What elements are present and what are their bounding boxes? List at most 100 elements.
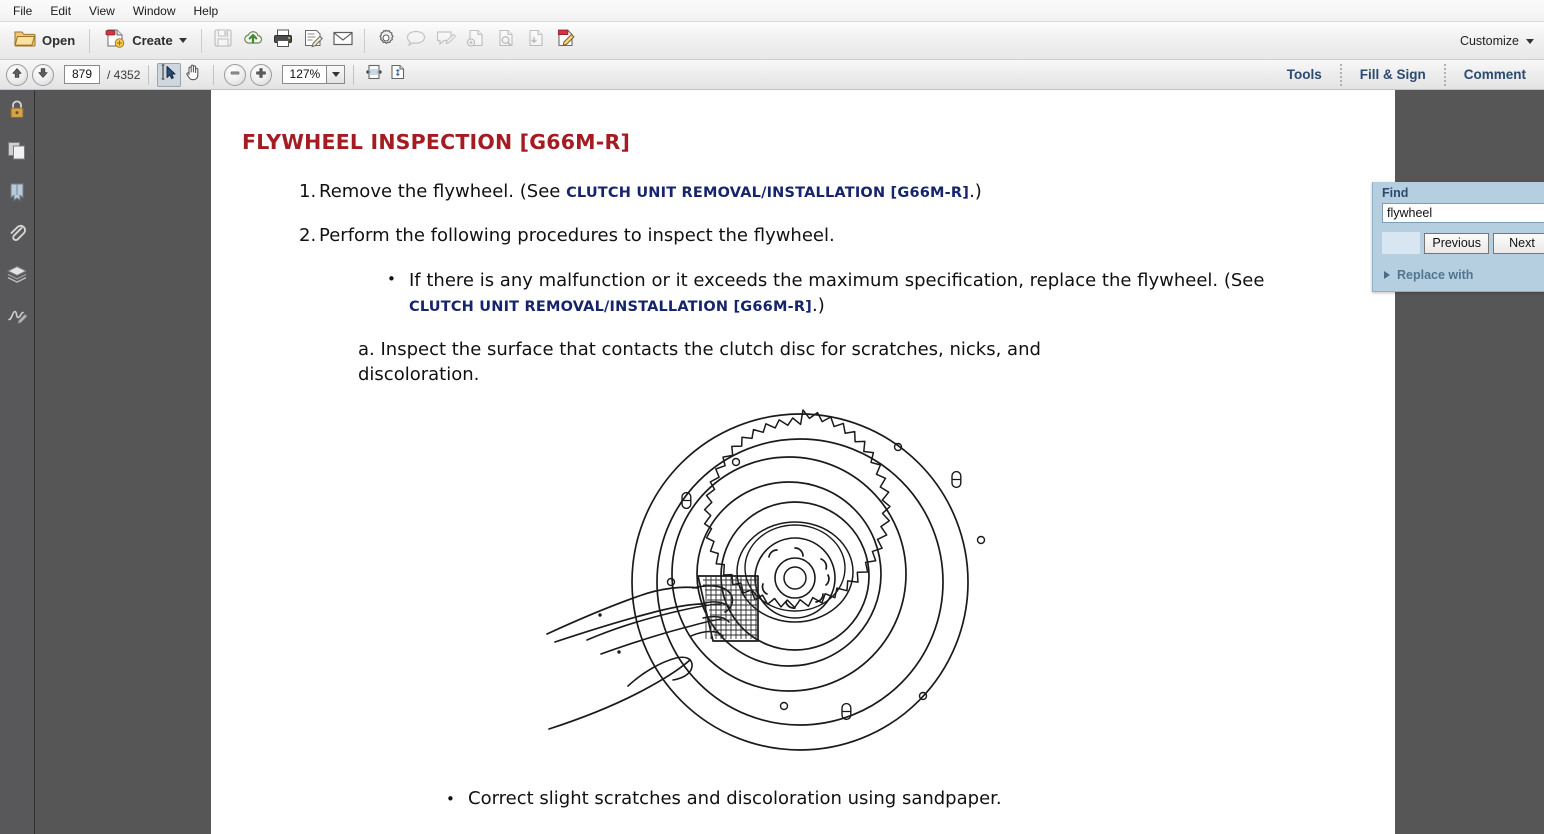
page-search-button[interactable] [491,26,521,56]
page-number-input[interactable]: 879 [64,65,100,84]
fill-and-sign-tab[interactable]: Fill & Sign [1342,60,1444,90]
arrow-down-icon [37,66,49,84]
menu-item-edit[interactable]: Edit [41,2,80,20]
bullet-item-2-text: Correct slight scratches and discolorati… [468,788,1002,811]
open-button[interactable]: Open [6,26,83,56]
pdf-page[interactable]: FLYWHEEL INSPECTION [G66M-R] 1. Remove t… [211,90,1395,834]
navigation-pane-rail [0,90,35,834]
step-1-text: Remove the flywheel. (See CLUTCH UNIT RE… [319,180,982,204]
sidebar-item-attachments[interactable] [3,219,31,251]
sidebar-item-page-thumbnails[interactable] [3,137,31,169]
layers-icon [6,264,28,289]
page-total-label: / 4352 [107,68,140,82]
bullet-1-text-after: .) [812,295,825,316]
zoom-level-control[interactable]: 127% [282,65,345,84]
text-select-cursor-icon [160,63,178,86]
page-export-button[interactable] [461,26,491,56]
select-tool-button[interactable] [157,63,181,87]
save-icon-button[interactable] [208,26,238,56]
toolbar-divider-3 [364,29,365,53]
fit-width-button[interactable] [362,63,386,87]
previous-page-button[interactable] [6,64,28,86]
step-1-xref-link[interactable]: CLUTCH UNIT REMOVAL/INSTALLATION [G66M-R… [566,185,969,201]
next-page-button[interactable] [32,64,54,86]
customize-menu[interactable]: Customize [1460,22,1534,60]
zoom-level-input[interactable]: 127% [282,65,326,84]
find-input[interactable]: flywheel [1382,203,1544,223]
sidebar-item-layers[interactable] [3,260,31,292]
fit-page-icon [389,63,407,86]
substep-a: a. Inspect the surface that contacts the… [211,337,1161,388]
upload-cloud-icon [242,28,264,53]
bullet-item-1: • If there is any malfunction or it exce… [211,268,1395,319]
find-focus-highlight [1382,232,1420,254]
email-button[interactable] [328,26,358,56]
chevron-down-icon [332,72,340,77]
workspace: FLYWHEEL INSPECTION [G66M-R] 1. Remove t… [0,90,1544,834]
print-button[interactable] [268,26,298,56]
toolbar-divider-1 [89,29,90,53]
arrow-up-icon [11,66,23,84]
settings-button[interactable] [371,26,401,56]
step-2-number: 2. [299,224,319,248]
document-content: FLYWHEEL INSPECTION [G66M-R] 1. Remove t… [211,90,1395,834]
find-panel-title: Find [1373,182,1544,203]
page-export-icon [465,28,487,53]
comment-tab[interactable]: Comment [1446,60,1544,90]
fit-page-button[interactable] [386,63,410,87]
attachments-paperclip-icon [7,222,27,249]
menu-item-view[interactable]: View [80,2,124,20]
menu-item-help[interactable]: Help [185,2,228,20]
minus-icon [229,66,241,84]
sticky-note-icon [435,28,457,53]
plus-icon [255,66,267,84]
security-lock-icon [7,99,27,126]
sticky-note-button[interactable] [431,26,461,56]
nav-divider-1 [148,65,149,85]
bookmarks-icon [7,181,27,208]
page-edit-icon [555,28,577,53]
create-pdf-icon [104,28,126,53]
triangle-right-icon [1384,271,1390,279]
find-next-button[interactable]: Next [1493,233,1544,254]
step-2: 2. Perform the following procedures to i… [211,224,1395,248]
sidebar-item-security[interactable] [3,96,31,128]
comment-button[interactable] [401,26,431,56]
nav-divider-2 [213,65,214,85]
menu-bar: File Edit View Window Help [0,0,1544,22]
menu-item-file[interactable]: File [4,2,41,20]
zoom-in-button[interactable] [250,64,272,86]
page-download-button[interactable] [521,26,551,56]
email-icon [332,28,354,53]
settings-gear-icon [376,28,396,53]
find-previous-button[interactable]: Previous [1424,233,1489,254]
open-label: Open [42,33,75,48]
save-icon [213,28,233,53]
step-1-number: 1. [299,180,319,204]
page-download-icon [525,28,547,53]
replace-with-label: Replace with [1397,268,1473,282]
nav-divider-3 [353,65,354,85]
replace-with-expander[interactable]: Replace with [1373,268,1544,282]
find-panel: Find flywheel Previous Next Replace with [1372,182,1544,292]
navigation-toolbar: 879 / 4352 12 [0,60,1544,90]
step-1-text-before: Remove the flywheel. (See [319,181,566,202]
page-edit-button[interactable] [551,26,581,56]
menu-item-window[interactable]: Window [124,2,185,20]
bullet-1-xref-link[interactable]: CLUTCH UNIT REMOVAL/INSTALLATION [G66M-R… [409,299,812,315]
upload-cloud-button[interactable] [238,26,268,56]
bullet-item-2: • Correct slight scratches and discolora… [211,788,1395,811]
zoom-out-button[interactable] [224,64,246,86]
sidebar-item-signatures[interactable] [3,301,31,333]
tools-tab[interactable]: Tools [1269,60,1340,90]
signatures-icon [6,305,28,330]
sign-button[interactable] [298,26,328,56]
create-label: Create [132,33,172,48]
sidebar-item-bookmarks[interactable] [3,178,31,210]
customize-label: Customize [1460,34,1519,48]
create-button[interactable]: Create [96,26,194,56]
hand-tool-button[interactable] [181,63,205,87]
zoom-dropdown-button[interactable] [326,65,345,84]
toolbar-divider-2 [201,29,202,53]
right-toolbar-tabs: Tools Fill & Sign Comment [1269,60,1544,90]
